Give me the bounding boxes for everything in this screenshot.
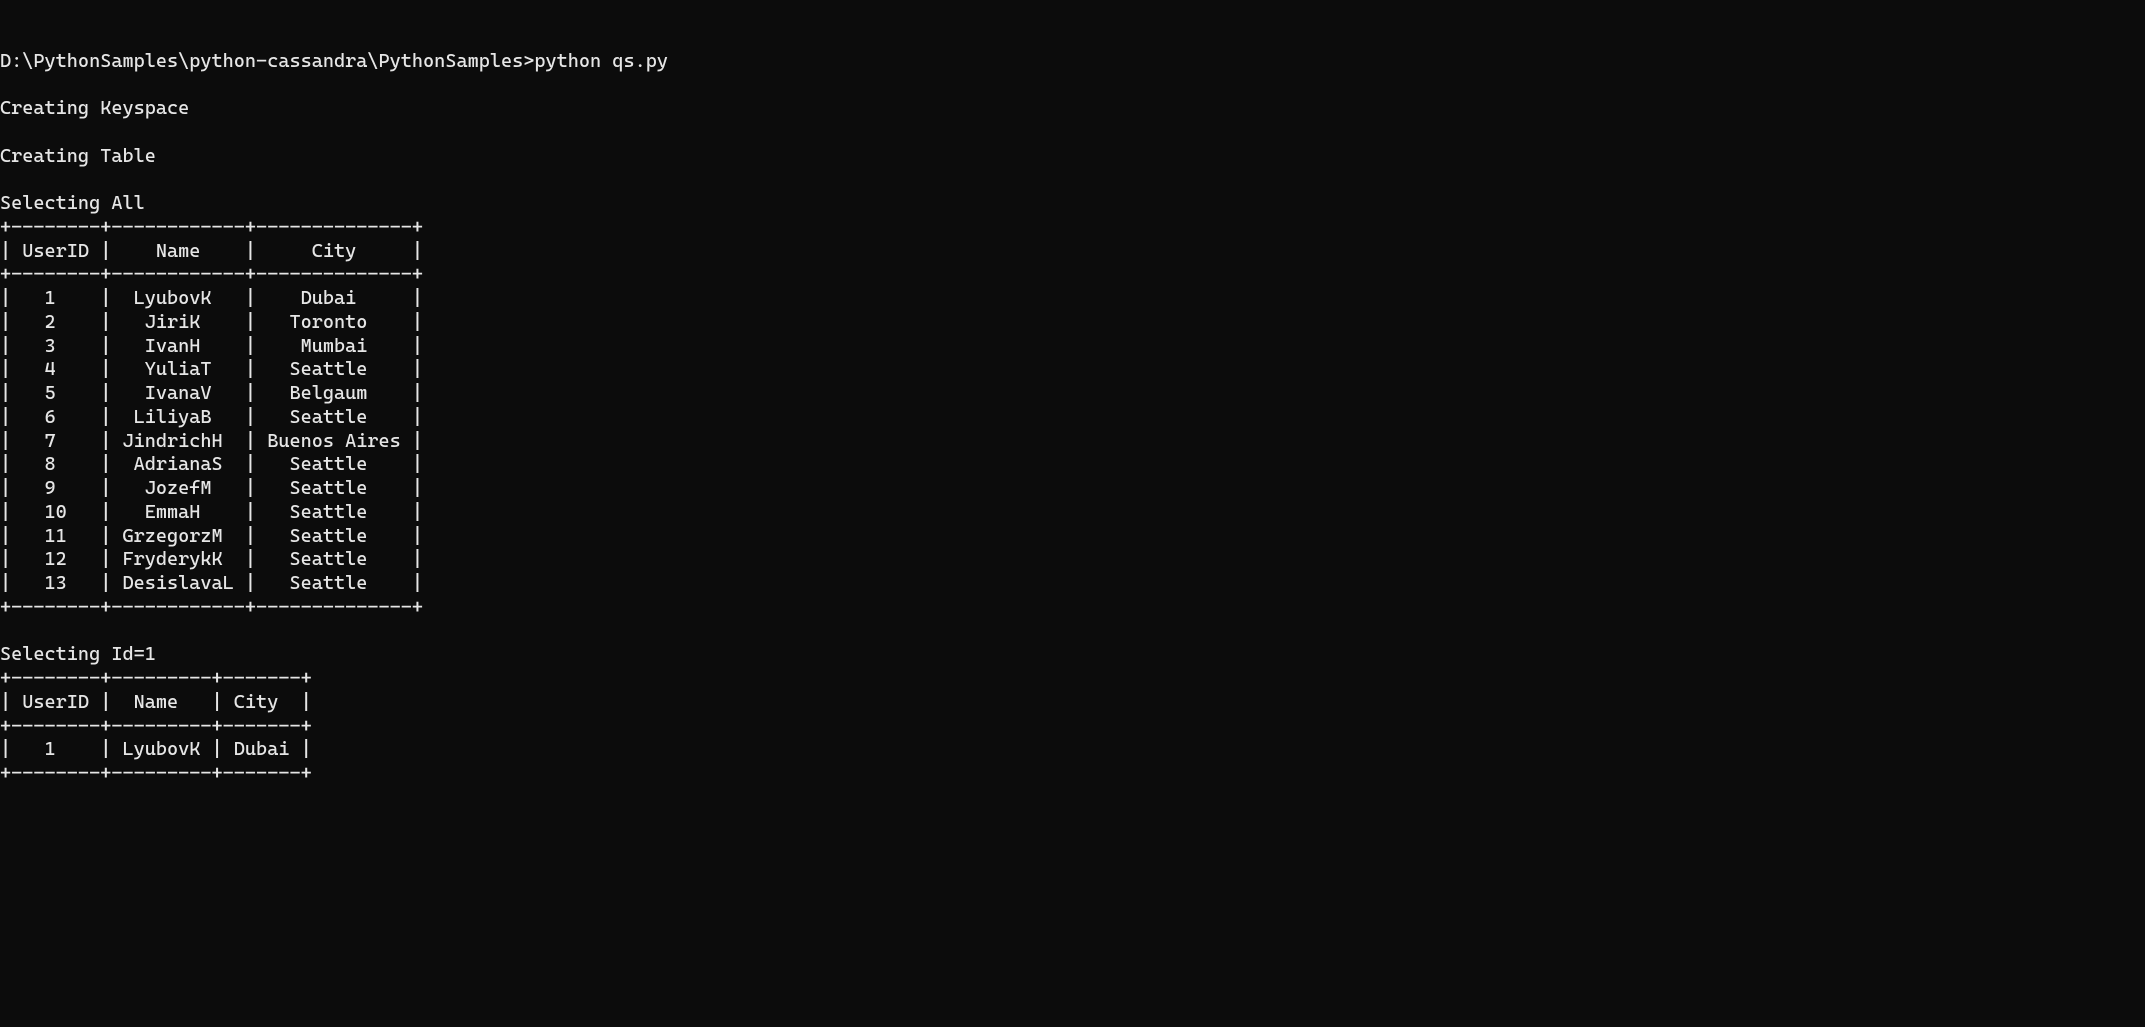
table-separator: +--------+------------+--------------+: [0, 596, 2145, 620]
table-separator: +--------+------------+--------------+: [0, 216, 2145, 240]
table-row: | UserID | Name | City |: [0, 240, 2145, 264]
table-row: | 10 | EmmaH | Seattle |: [0, 501, 2145, 525]
terminal-output: D:\PythonSamples\python-cassandra\Python…: [0, 50, 2145, 786]
blank-line: [0, 121, 2145, 145]
table-row: | 7 | JindrichH | Buenos Aires |: [0, 430, 2145, 454]
blank-line: [0, 620, 2145, 644]
table-separator: +--------+---------+-------+: [0, 667, 2145, 691]
table-row: | 6 | LiliyaB | Seattle |: [0, 406, 2145, 430]
table-row: | 4 | YuliaT | Seattle |: [0, 358, 2145, 382]
status-line: Creating Keyspace: [0, 97, 2145, 121]
table-row: | 8 | AdrianaS | Seattle |: [0, 453, 2145, 477]
table-row: | UserID | Name | City |: [0, 691, 2145, 715]
table-separator: +--------+---------+-------+: [0, 715, 2145, 739]
table-separator: +--------+---------+-------+: [0, 762, 2145, 786]
table-row: | 1 | LyubovK | Dubai |: [0, 738, 2145, 762]
table-row: | 13 | DesislavaL | Seattle |: [0, 572, 2145, 596]
command-prompt-line: D:\PythonSamples\python-cassandra\Python…: [0, 50, 2145, 74]
table-row: | 9 | JozefM | Seattle |: [0, 477, 2145, 501]
status-line: Selecting All: [0, 192, 2145, 216]
table-row: | 1 | LyubovK | Dubai |: [0, 287, 2145, 311]
table-row: | 12 | FryderykK | Seattle |: [0, 548, 2145, 572]
blank-line: [0, 168, 2145, 192]
table-row: | 3 | IvanH | Mumbai |: [0, 335, 2145, 359]
status-line: Selecting Id=1: [0, 643, 2145, 667]
table-row: | 2 | JiriK | Toronto |: [0, 311, 2145, 335]
blank-line: [0, 73, 2145, 97]
table-separator: +--------+------------+--------------+: [0, 263, 2145, 287]
status-line: Creating Table: [0, 145, 2145, 169]
table-row: | 11 | GrzegorzM | Seattle |: [0, 525, 2145, 549]
table-row: | 5 | IvanaV | Belgaum |: [0, 382, 2145, 406]
